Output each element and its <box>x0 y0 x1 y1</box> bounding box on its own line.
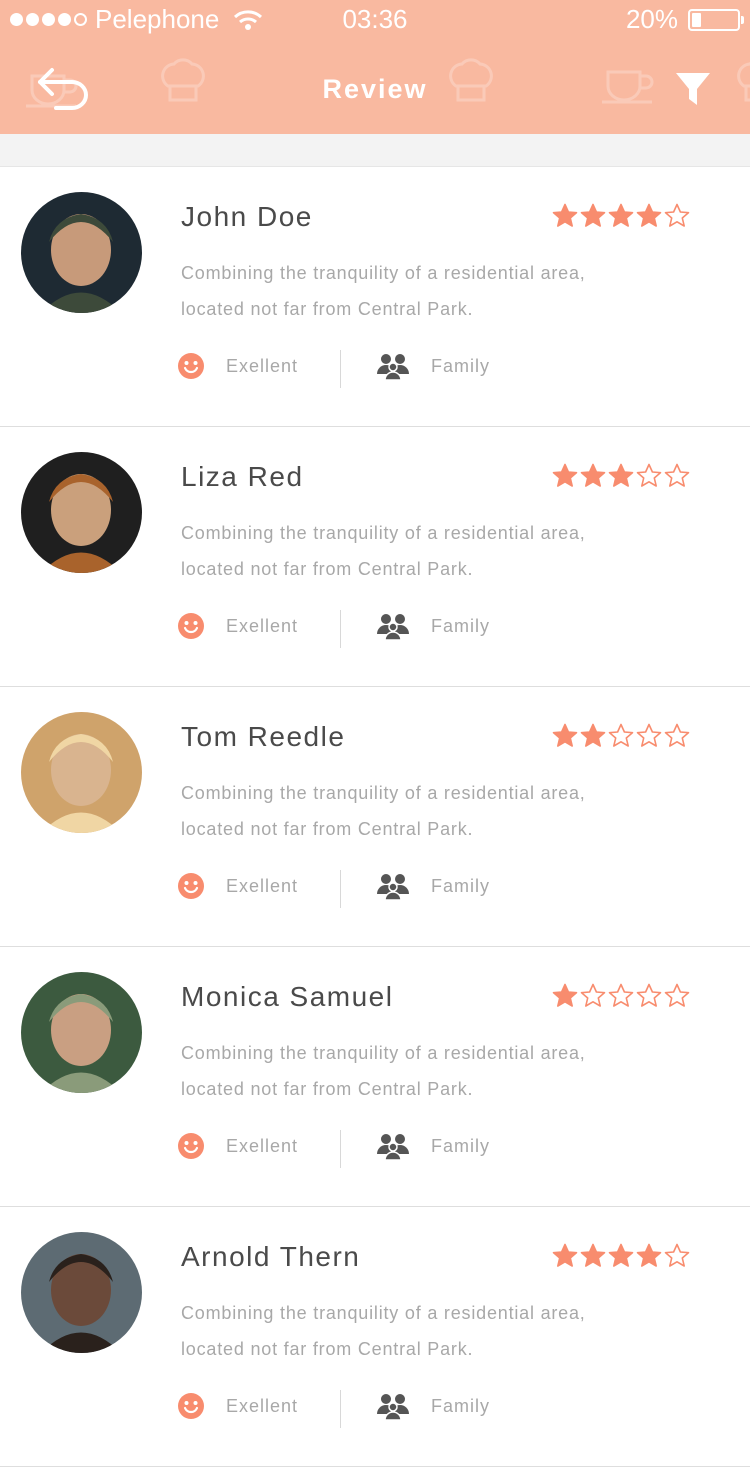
star-filled-icon <box>552 1243 578 1267</box>
reviewer-name: Tom Reedle <box>181 721 346 752</box>
family-icon <box>377 1134 409 1160</box>
star-rating <box>552 983 690 1009</box>
star-outline-icon <box>664 203 690 227</box>
star-rating <box>552 1243 690 1269</box>
battery-percent: 20% <box>625 4 678 34</box>
star-filled-icon <box>608 1243 634 1267</box>
star-outline-icon <box>664 1243 690 1267</box>
battery-icon <box>688 8 744 31</box>
traveler-tag: Family <box>376 872 490 900</box>
tag-divider <box>340 1130 341 1168</box>
rating-tag: Exellent <box>177 1132 298 1160</box>
star-filled-icon <box>552 723 578 747</box>
avatar[interactable] <box>21 972 142 1093</box>
avatar-photo <box>21 192 142 313</box>
review-text: Combining the tranquility of a residenti… <box>181 1043 586 1099</box>
star-filled-icon <box>608 203 634 227</box>
tag-divider <box>340 1390 341 1428</box>
star-filled-icon <box>580 1243 606 1267</box>
smiley-icon <box>178 613 204 639</box>
rating-tag: Exellent <box>177 612 298 640</box>
star-filled-icon <box>580 463 606 487</box>
traveler-tag: Family <box>376 1392 490 1420</box>
review-text: Combining the tranquility of a residenti… <box>181 783 586 839</box>
avatar-photo <box>21 712 142 833</box>
rating-tag-label: Exellent <box>226 875 299 896</box>
star-filled-icon <box>580 723 606 747</box>
smiley-icon <box>178 873 204 899</box>
traveler-tag-label: Family <box>431 355 490 376</box>
star-filled-icon <box>552 203 578 227</box>
review-text: Combining the tranquility of a residenti… <box>181 523 586 579</box>
star-outline-icon <box>664 723 690 747</box>
star-outline-icon <box>664 463 690 487</box>
review-card[interactable]: Monica Samuel Combining the tranquility … <box>0 947 750 1207</box>
traveler-tag: Family <box>376 612 490 640</box>
star-outline-icon <box>636 983 662 1007</box>
star-filled-icon <box>580 203 606 227</box>
star-outline-icon <box>608 723 634 747</box>
avatar[interactable] <box>21 1232 142 1353</box>
review-text: Combining the tranquility of a residenti… <box>181 263 586 319</box>
header-bar: Pelephone 03:36 20% Review <box>0 0 750 134</box>
traveler-tag-label: Family <box>431 615 490 636</box>
star-outline-icon <box>608 983 634 1007</box>
filter-icon[interactable] <box>674 70 712 108</box>
family-icon <box>377 614 409 640</box>
star-rating <box>552 723 690 749</box>
star-rating <box>552 203 690 229</box>
family-icon <box>377 874 409 900</box>
review-card[interactable]: John Doe Combining the tranquility of a … <box>0 167 750 427</box>
avatar[interactable] <box>21 192 142 313</box>
star-filled-icon <box>636 1243 662 1267</box>
rating-tag-label: Exellent <box>226 615 299 636</box>
review-card[interactable]: Arnold Thern Combining the tranquility o… <box>0 1207 750 1467</box>
star-outline-icon <box>636 723 662 747</box>
rating-tag: Exellent <box>177 872 298 900</box>
review-text: Combining the tranquility of a residenti… <box>181 1303 586 1359</box>
traveler-tag-label: Family <box>431 1395 490 1416</box>
traveler-tag-label: Family <box>431 875 490 896</box>
avatar-photo <box>21 452 142 573</box>
star-rating <box>552 463 690 489</box>
review-card[interactable]: Tom Reedle Combining the tranquility of … <box>0 687 750 947</box>
rating-tag: Exellent <box>177 352 298 380</box>
rating-tag: Exellent <box>177 1392 298 1420</box>
list-top-spacer <box>0 134 750 167</box>
reviewer-name: Arnold Thern <box>181 1241 361 1272</box>
traveler-tag-label: Family <box>431 1135 490 1156</box>
reviewer-name: John Doe <box>181 201 313 232</box>
battery-group: 20% <box>625 4 744 35</box>
star-outline-icon <box>664 983 690 1007</box>
reviewer-name: Monica Samuel <box>181 981 394 1012</box>
star-filled-icon <box>552 983 578 1007</box>
star-filled-icon <box>608 463 634 487</box>
reviewer-name: Liza Red <box>181 461 304 492</box>
rating-tag-label: Exellent <box>226 1135 299 1156</box>
smiley-icon <box>178 1133 204 1159</box>
tag-divider <box>340 870 341 908</box>
review-card[interactable]: Liza Red Combining the tranquility of a … <box>0 427 750 687</box>
star-filled-icon <box>636 203 662 227</box>
page-title: Review <box>322 74 428 104</box>
avatar-photo <box>21 1232 142 1353</box>
smiley-icon <box>178 1393 204 1419</box>
star-outline-icon <box>636 463 662 487</box>
rating-tag-label: Exellent <box>226 355 299 376</box>
tag-divider <box>340 350 341 388</box>
review-list[interactable]: John Doe Combining the tranquility of a … <box>0 167 750 1467</box>
star-filled-icon <box>552 463 578 487</box>
avatar-photo <box>21 972 142 1093</box>
family-icon <box>377 1394 409 1420</box>
star-outline-icon <box>580 983 606 1007</box>
status-bar: Pelephone 03:36 20% <box>0 0 750 40</box>
family-icon <box>377 354 409 380</box>
avatar[interactable] <box>21 712 142 833</box>
tag-divider <box>340 610 341 648</box>
traveler-tag: Family <box>376 1132 490 1160</box>
smiley-icon <box>178 353 204 379</box>
rating-tag-label: Exellent <box>226 1395 299 1416</box>
traveler-tag: Family <box>376 352 490 380</box>
avatar[interactable] <box>21 452 142 573</box>
